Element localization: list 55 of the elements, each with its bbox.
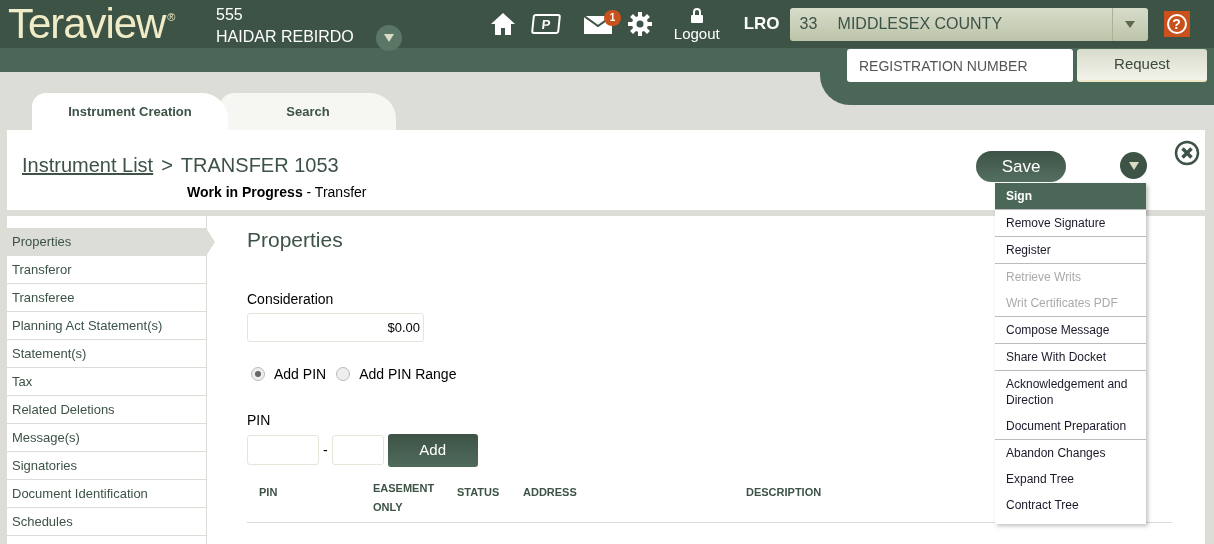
add-button[interactable]: Add (387, 433, 478, 467)
actions-menu-button[interactable] (1120, 152, 1147, 179)
office-label: LRO (743, 13, 780, 36)
pin-property-field[interactable] (331, 435, 384, 465)
radio-button[interactable] (251, 367, 265, 381)
menu-item[interactable]: Abandon Changes (995, 440, 1146, 466)
registered-mark: ® (167, 11, 176, 23)
menu-item[interactable]: Register (995, 237, 1146, 263)
pin-block-field[interactable] (247, 435, 319, 465)
request-button[interactable]: Request (1077, 49, 1207, 82)
menu-item[interactable]: Contract Tree (995, 492, 1146, 518)
pin-label: PIN (247, 410, 271, 430)
save-button[interactable]: Save (976, 151, 1066, 182)
menu-item[interactable]: Share With Docket (995, 344, 1146, 370)
column-header: PIN (259, 484, 278, 500)
column-header: DESCRIPTION (746, 484, 822, 500)
section-title: Properties (247, 227, 343, 253)
office-select[interactable]: 33 MIDDLESEX COUNTY (789, 7, 1148, 41)
parking-folder-icon[interactable]: P (530, 14, 561, 34)
menu-item[interactable]: Sign (995, 183, 1146, 209)
menu-item[interactable]: Compose Message (995, 317, 1146, 343)
caret-icon (383, 34, 394, 42)
instrument-title: TRANSFER 1053 (180, 153, 339, 178)
radio-option[interactable]: Add PIN (251, 363, 327, 385)
instrument-status: Work in Progress - Transfer (187, 183, 367, 202)
column-header: EASEMENT ONLY (373, 480, 436, 515)
menu-item[interactable]: Expand Tree (995, 466, 1146, 492)
lock-icon (690, 7, 703, 23)
home-icon[interactable] (489, 12, 516, 36)
column-header: STATUS (457, 484, 500, 500)
consideration-field[interactable]: $0.00 (247, 312, 424, 342)
user-number: 555 (216, 5, 244, 25)
pin-separator: - (323, 440, 328, 460)
breadcrumb-separator: > (161, 153, 173, 178)
help-button[interactable]: ? (1163, 11, 1190, 37)
instrument-list-link[interactable]: Instrument List (22, 150, 154, 180)
tab[interactable]: Instrument Creation (32, 93, 228, 130)
menu-item[interactable]: Document Preparation (995, 413, 1146, 439)
mail-icon[interactable] (583, 16, 612, 34)
close-icon[interactable] (1174, 140, 1200, 166)
registration-number-field[interactable]: REGISTRATION NUMBER (847, 49, 1073, 82)
radio-button[interactable] (336, 367, 351, 381)
radio-option[interactable]: Add PIN Range (336, 363, 457, 385)
caret-icon (1128, 161, 1139, 170)
logo: Teraview (8, 3, 166, 45)
consideration-label: Consideration (247, 289, 334, 309)
caret-icon (1125, 20, 1136, 28)
logout-button[interactable]: Logout (673, 7, 720, 41)
notification-badge: 1 (603, 10, 622, 26)
column-header: ADDRESS (523, 484, 577, 500)
menu-item[interactable]: Remove Signature (995, 210, 1146, 236)
user-name: HAIDAR REBIRDO (216, 27, 354, 47)
tab[interactable]: Search (220, 93, 396, 130)
user-menu-button[interactable] (375, 25, 402, 51)
menu-item[interactable]: Acknowledgement and Direction (995, 371, 1146, 413)
